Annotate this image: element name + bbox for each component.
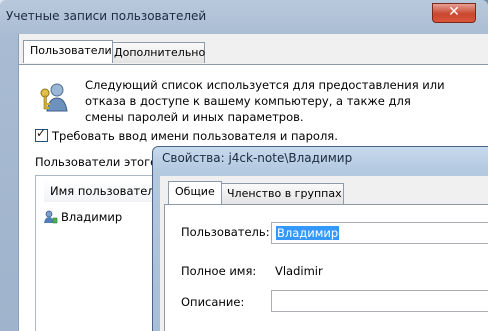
users-list-label: Пользователи этого [35,155,158,169]
tab-general[interactable]: Общие [168,181,222,204]
window-client: Общие Членство в группах Пользователь: В… [160,176,488,331]
fullname-field[interactable]: Vladimir [275,264,323,278]
username-value: Владимир [276,226,340,240]
close-button[interactable]: ✕ [432,3,476,23]
window-title: Свойства: j4ck-note\Владимир [162,151,353,165]
general-tab-panel: Пользователь: Владимир Полное имя: Vladi… [164,204,488,331]
require-login-label: Требовать ввод имени пользователя и паро… [52,129,338,143]
user-icon [44,210,58,224]
username-label: Пользователь: [181,225,270,239]
tab-users[interactable]: Пользователи [23,40,113,63]
list-item-label: Владимир [61,210,123,224]
description-field[interactable] [271,290,488,312]
tab-advanced[interactable]: Дополнительно [107,42,205,63]
require-login-checkbox[interactable] [35,126,48,142]
description-text: Следующий список используется для предос… [85,78,445,124]
window-title: Учетные записи пользователей [6,9,207,23]
tab-group-membership[interactable]: Членство в группах [220,183,344,204]
fullname-label: Полное имя: [181,264,257,278]
user-properties-window: Свойства: j4ck-note\Владимир Общие Членс… [152,146,488,331]
username-field[interactable]: Владимир [271,222,488,244]
users-keys-icon [40,83,68,112]
list-item[interactable]: Владимир [44,210,122,224]
require-login-row[interactable]: Требовать ввод имени пользователя и паро… [35,126,338,143]
description-label: Описание: [181,295,245,309]
